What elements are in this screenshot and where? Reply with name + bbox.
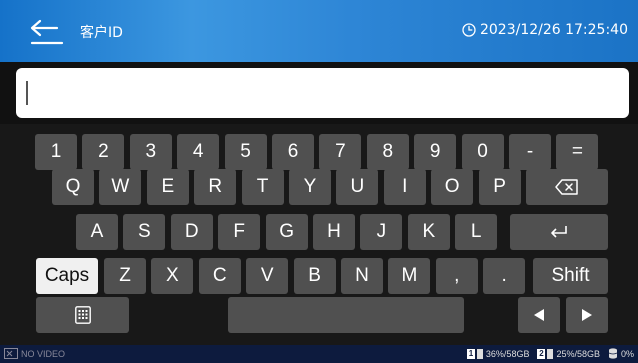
- key-r[interactable]: R: [194, 169, 237, 205]
- keyboard-layout-key[interactable]: [36, 297, 129, 333]
- sd-card-icon: [547, 348, 554, 359]
- key-9[interactable]: 9: [414, 134, 457, 170]
- key-s[interactable]: S: [123, 214, 166, 250]
- key-c[interactable]: C: [198, 258, 241, 294]
- key-comma[interactable]: ,: [435, 258, 478, 294]
- enter-key[interactable]: [510, 214, 608, 250]
- key-j[interactable]: J: [360, 214, 403, 250]
- disk1-status: 1 36%/58GB: [466, 348, 530, 359]
- backspace-icon: [555, 179, 578, 195]
- camera-off-icon: [4, 348, 18, 359]
- status-bar: NO VIDEO 1 36%/58GB 2 25%/58GB 0%: [0, 345, 638, 363]
- key-w[interactable]: W: [99, 169, 142, 205]
- key-e[interactable]: E: [146, 169, 189, 205]
- key-l[interactable]: L: [455, 214, 498, 250]
- key-p[interactable]: P: [478, 169, 521, 205]
- key-k[interactable]: K: [407, 214, 450, 250]
- key-f[interactable]: F: [218, 214, 261, 250]
- key-4[interactable]: 4: [177, 134, 220, 170]
- key-v[interactable]: V: [246, 258, 289, 294]
- storage-total: 0%: [608, 348, 634, 359]
- back-arrow-icon: [30, 19, 64, 45]
- customer-id-input[interactable]: [16, 68, 629, 118]
- key-t[interactable]: T: [241, 169, 284, 205]
- backspace-key[interactable]: [526, 169, 608, 205]
- key-o[interactable]: O: [431, 169, 474, 205]
- key-g[interactable]: G: [265, 214, 308, 250]
- page-title: 客户ID: [80, 25, 123, 41]
- datetime-display: 2023/12/26 17:25:40: [462, 22, 628, 38]
- key-y[interactable]: Y: [289, 169, 331, 205]
- database-icon: [608, 348, 618, 359]
- header-bar: 客户ID 2023/12/26 17:25:40: [0, 0, 638, 62]
- key-2[interactable]: 2: [82, 134, 125, 170]
- key-a[interactable]: A: [76, 214, 118, 250]
- key-8[interactable]: 8: [366, 134, 409, 170]
- datetime-text: 2023/12/26 17:25:40: [479, 22, 628, 38]
- key-h[interactable]: H: [313, 214, 355, 250]
- key-minus[interactable]: -: [509, 134, 551, 170]
- key-b[interactable]: B: [293, 258, 336, 294]
- storage-usage: 0%: [620, 348, 634, 359]
- key-m[interactable]: M: [388, 258, 431, 294]
- key-u[interactable]: U: [336, 169, 379, 205]
- caps-key[interactable]: Caps: [36, 258, 98, 294]
- key-6[interactable]: 6: [272, 134, 314, 170]
- on-screen-keyboard: 1 2 3 4 5 6 7 8 9 0- = Q W E R T Y U I O P A S D F G H J K L Caps Z X C V B…: [0, 124, 638, 345]
- key-0[interactable]: 0: [461, 134, 504, 170]
- key-period[interactable]: .: [483, 258, 526, 294]
- key-q[interactable]: Q: [52, 169, 94, 205]
- key-n[interactable]: N: [341, 258, 383, 294]
- sd-card-icon: [476, 348, 483, 359]
- arrow-left-key[interactable]: [518, 297, 560, 333]
- disk1-badge: 1: [466, 348, 475, 359]
- enter-icon: [551, 226, 567, 238]
- customer-id-field-container: [16, 68, 629, 118]
- key-3[interactable]: 3: [129, 134, 172, 170]
- arrow-right-key[interactable]: [566, 297, 608, 333]
- space-key[interactable]: [228, 297, 464, 333]
- shift-key[interactable]: Shift: [533, 258, 608, 294]
- disk2-usage: 25%/58GB: [556, 348, 600, 359]
- key-x[interactable]: X: [151, 258, 194, 294]
- keyboard-grid-icon: [74, 306, 91, 324]
- video-status-text: NO VIDEO: [21, 348, 66, 359]
- disk1-usage: 36%/58GB: [485, 348, 530, 359]
- text-caret: [26, 81, 28, 105]
- arrow-right-icon: [582, 309, 592, 321]
- back-button[interactable]: [28, 18, 66, 46]
- clock-icon: [462, 23, 476, 37]
- key-equals[interactable]: =: [556, 134, 599, 170]
- key-1[interactable]: 1: [35, 134, 77, 170]
- key-z[interactable]: Z: [104, 258, 146, 294]
- video-status: NO VIDEO: [4, 348, 65, 359]
- key-i[interactable]: I: [383, 169, 426, 205]
- key-7[interactable]: 7: [319, 134, 362, 170]
- storage-status: 1 36%/58GB 2 25%/58GB 0%: [459, 348, 634, 359]
- disk2-badge: 2: [537, 348, 546, 359]
- key-5[interactable]: 5: [224, 134, 267, 170]
- key-d[interactable]: D: [170, 214, 213, 250]
- arrow-left-icon: [534, 309, 544, 321]
- disk2-status: 2 25%/58GB: [537, 348, 600, 359]
